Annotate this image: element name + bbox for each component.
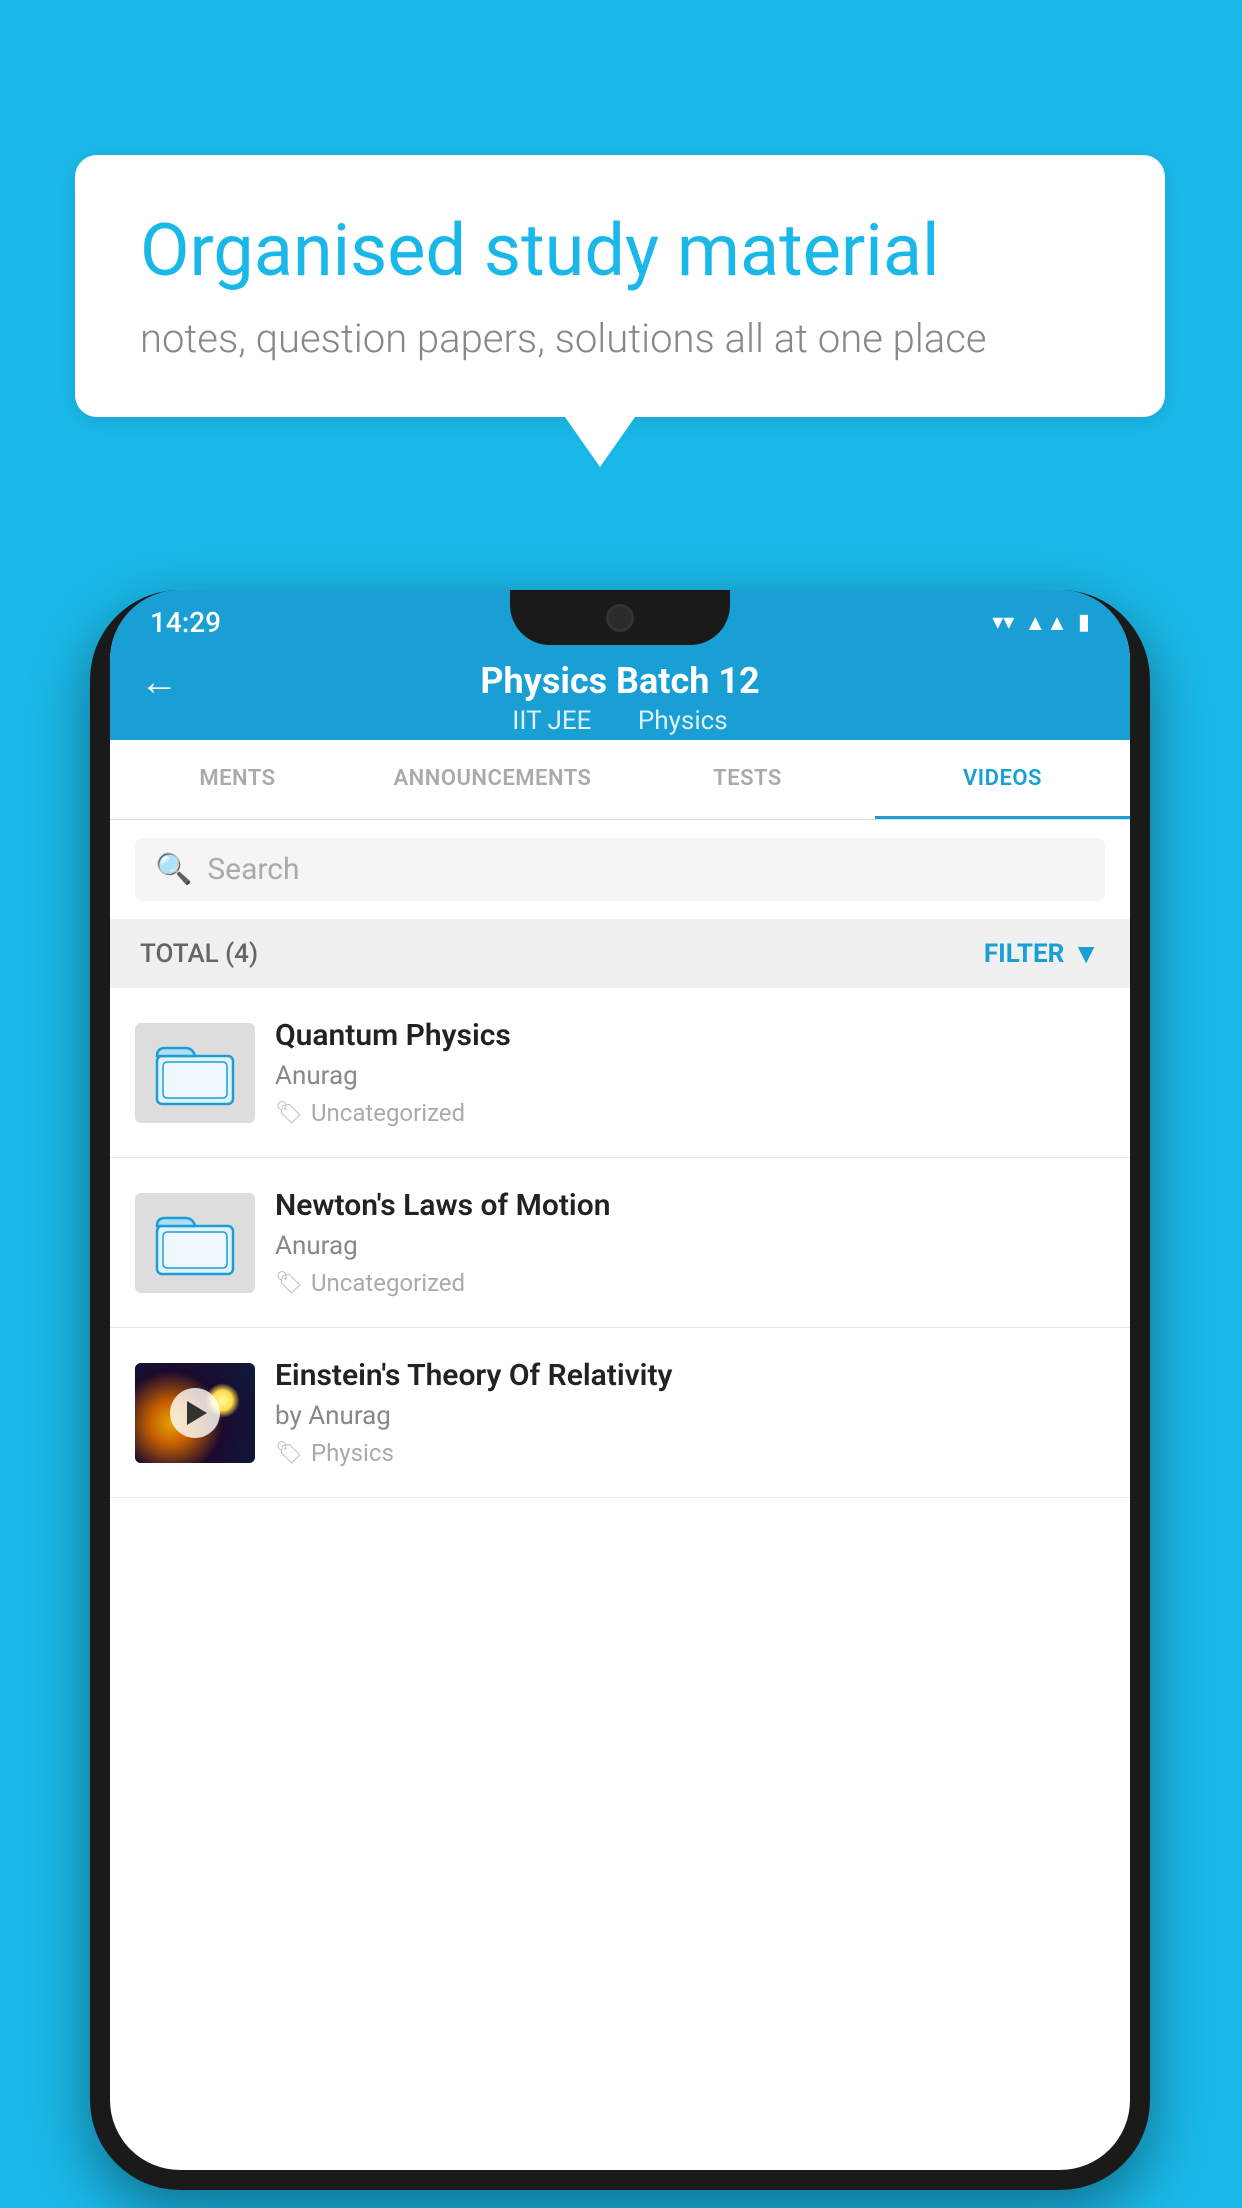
- search-input-wrap[interactable]: 🔍 Search: [135, 838, 1105, 901]
- phone-camera: [606, 604, 634, 632]
- header-subtitle: IIT JEE Physics: [502, 706, 737, 736]
- play-triangle: [187, 1401, 207, 1425]
- speech-bubble: Organised study material notes, question…: [75, 155, 1165, 417]
- list-item[interactable]: Einstein's Theory Of Relativity by Anura…: [110, 1328, 1130, 1498]
- tab-announcements[interactable]: ANNOUNCEMENTS: [365, 740, 620, 819]
- back-button[interactable]: ←: [140, 661, 178, 705]
- tab-tests[interactable]: TESTS: [620, 740, 875, 819]
- status-time: 14:29: [150, 606, 221, 639]
- folder-icon-2: [155, 1208, 235, 1278]
- filter-label: FILTER: [984, 939, 1064, 969]
- list-item[interactable]: Quantum Physics Anurag 🏷 Uncategorized: [110, 988, 1130, 1158]
- video-tag-1: 🏷 Uncategorized: [275, 1099, 1105, 1127]
- phone-frame: 14:29 ▾▾ ▲▲ ▮ ← Physics Batch 12 IIT JEE…: [90, 590, 1150, 2190]
- video-thumbnail-3: [135, 1363, 255, 1463]
- speech-bubble-container: Organised study material notes, question…: [75, 155, 1165, 467]
- video-tag-3: 🏷 Physics: [275, 1439, 1105, 1467]
- speech-bubble-arrow: [565, 417, 635, 467]
- video-author-3: by Anurag: [275, 1401, 1105, 1431]
- speech-bubble-subtitle: notes, question papers, solutions all at…: [140, 315, 1100, 362]
- filter-button[interactable]: FILTER ▼: [984, 937, 1100, 970]
- signal-icon: ▲▲: [1024, 610, 1068, 636]
- play-button-3[interactable]: [170, 1388, 220, 1438]
- video-list: Quantum Physics Anurag 🏷 Uncategorized: [110, 988, 1130, 1498]
- header-tag1: IIT JEE: [512, 706, 591, 736]
- wifi-icon: ▾▾: [992, 610, 1014, 635]
- tabs: MENTS ANNOUNCEMENTS TESTS VIDEOS: [110, 740, 1130, 820]
- list-item[interactable]: Newton's Laws of Motion Anurag 🏷 Uncateg…: [110, 1158, 1130, 1328]
- phone-screen: 14:29 ▾▾ ▲▲ ▮ ← Physics Batch 12 IIT JEE…: [110, 590, 1130, 2170]
- video-author-1: Anurag: [275, 1061, 1105, 1091]
- tag-label-2: Uncategorized: [311, 1269, 465, 1297]
- header-tag2: Physics: [638, 706, 728, 736]
- tag-icon-1: 🏷: [275, 1101, 303, 1126]
- status-icons: ▾▾ ▲▲ ▮: [992, 610, 1090, 636]
- tag-label-3: Physics: [311, 1439, 394, 1467]
- filter-icon: ▼: [1072, 937, 1100, 970]
- phone-notch: [510, 590, 730, 645]
- total-count-label: TOTAL (4): [140, 939, 258, 969]
- video-author-2: Anurag: [275, 1231, 1105, 1261]
- tag-label-1: Uncategorized: [311, 1099, 465, 1127]
- video-title-2: Newton's Laws of Motion: [275, 1188, 1105, 1223]
- filter-bar: TOTAL (4) FILTER ▼: [110, 919, 1130, 988]
- search-icon: 🔍: [155, 852, 192, 887]
- header-title: Physics Batch 12: [480, 660, 759, 702]
- video-tag-2: 🏷 Uncategorized: [275, 1269, 1105, 1297]
- tab-ments[interactable]: MENTS: [110, 740, 365, 819]
- speech-bubble-title: Organised study material: [140, 210, 1100, 293]
- video-info-1: Quantum Physics Anurag 🏷 Uncategorized: [275, 1018, 1105, 1127]
- tag-icon-3: 🏷: [275, 1441, 303, 1466]
- video-info-2: Newton's Laws of Motion Anurag 🏷 Uncateg…: [275, 1188, 1105, 1297]
- tag-icon-2: 🏷: [275, 1271, 303, 1296]
- video-title-3: Einstein's Theory Of Relativity: [275, 1358, 1105, 1393]
- search-bar: 🔍 Search: [110, 820, 1130, 919]
- video-title-1: Quantum Physics: [275, 1018, 1105, 1053]
- battery-icon: ▮: [1078, 610, 1090, 635]
- video-thumbnail-1: [135, 1023, 255, 1123]
- video-thumbnail-2: [135, 1193, 255, 1293]
- video-info-3: Einstein's Theory Of Relativity by Anura…: [275, 1358, 1105, 1467]
- tab-videos[interactable]: VIDEOS: [875, 740, 1130, 819]
- folder-icon-1: [155, 1038, 235, 1108]
- search-placeholder: Search: [207, 852, 299, 887]
